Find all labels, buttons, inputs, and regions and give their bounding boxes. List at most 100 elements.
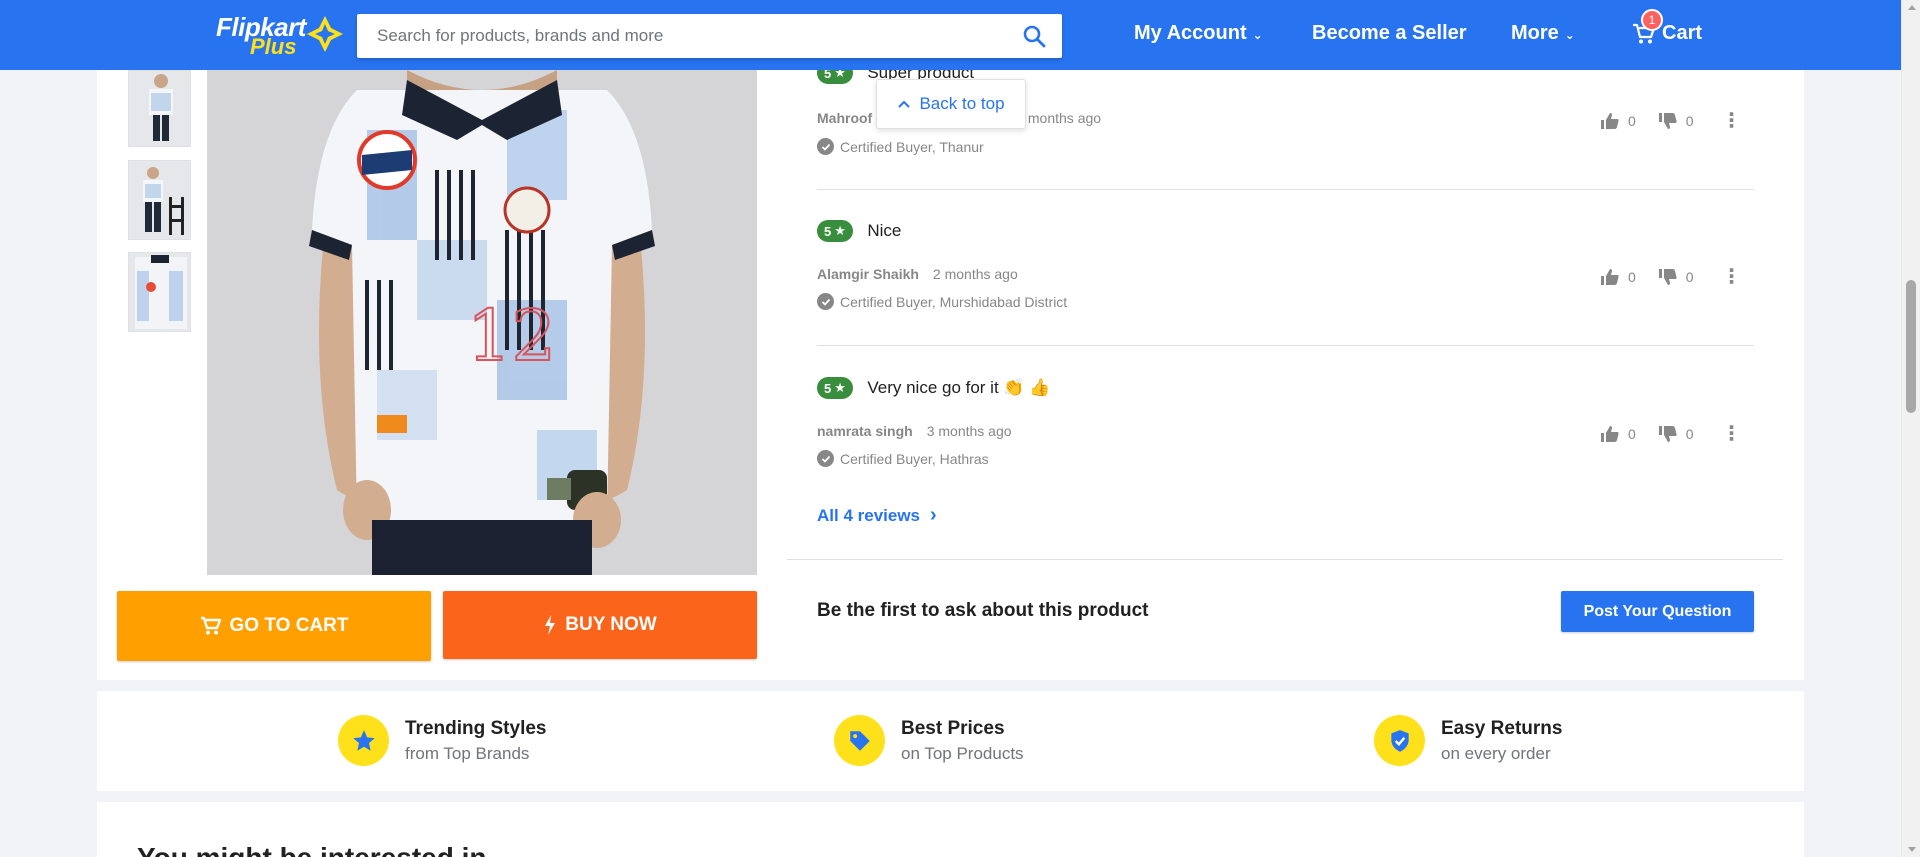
feature-item: Best Prices on Top Products (834, 715, 1024, 766)
more-label: More (1511, 22, 1559, 44)
feature-item: Easy Returns on every order (1374, 715, 1562, 766)
like-count: 0 (1628, 425, 1636, 442)
price-tag-icon (834, 715, 885, 766)
top-header: Flipkart Plus My Account ⌄ Become a Sell… (0, 0, 1901, 70)
review-item: 5 ★ Nice Alamgir Shaikh 2 months ago Cert… (817, 220, 1754, 310)
dislike-button[interactable]: 0 (1658, 112, 1694, 130)
my-account-menu[interactable]: My Account ⌄ (1134, 22, 1263, 45)
post-question-button[interactable]: Post Your Question (1561, 591, 1754, 632)
review-author: namrata singh (817, 423, 913, 439)
search-icon[interactable] (1022, 24, 1046, 48)
dislike-count: 0 (1685, 425, 1694, 442)
scroll-down-arrow-icon[interactable] (1908, 847, 1916, 852)
thumbs-down-icon (1658, 268, 1677, 285)
dislike-button[interactable]: 0 (1658, 425, 1694, 443)
check-circle-icon (817, 293, 834, 310)
cart-label: Cart (1662, 22, 1703, 44)
check-circle-icon (817, 450, 834, 467)
review-date: 3 months ago (926, 423, 1012, 439)
certified-buyer: Certified Buyer, Thanur (817, 138, 984, 155)
certified-label: Certified Buyer, Thanur (840, 138, 984, 155)
more-options-icon[interactable]: ⋮ (1722, 421, 1742, 446)
like-button[interactable]: 0 (1600, 425, 1636, 443)
flipkart-plus-logo[interactable]: Flipkart Plus (216, 12, 346, 59)
chevron-right-icon: › (930, 504, 937, 526)
feature-subtitle: on Top Products (901, 743, 1024, 763)
feature-subtitle: from Top Brands (405, 743, 530, 763)
more-options-icon[interactable]: ⋮ (1722, 264, 1742, 289)
shield-check-icon (1374, 715, 1425, 766)
chevron-down-icon: ⌄ (1252, 28, 1263, 42)
product-main-image[interactable]: 12 (207, 70, 757, 575)
star-icon (338, 715, 389, 766)
certified-label: Certified Buyer, Hathras (840, 450, 989, 467)
review-actions: 0 0 ⋮ (1600, 264, 1742, 289)
review-divider (817, 345, 1754, 346)
buy-now-button[interactable]: BUY NOW (443, 591, 757, 659)
lightning-icon (545, 615, 556, 635)
feature-subtitle: on every order (1441, 743, 1551, 763)
buy-now-label: BUY NOW (565, 614, 657, 635)
review-divider (817, 189, 1754, 190)
cart-count-badge: 1 (1641, 9, 1663, 31)
become-seller-link[interactable]: Become a Seller (1312, 22, 1467, 45)
page-scrollbar[interactable] (1901, 0, 1920, 857)
recommendations-heading: You might be interested in (137, 842, 487, 857)
dislike-count: 0 (1685, 112, 1694, 129)
review-date: 2 months ago (932, 266, 1018, 282)
all-reviews-link[interactable]: All 4 reviews › (817, 504, 937, 527)
my-account-label: My Account (1134, 22, 1247, 44)
certified-label: Certified Buyer, Murshidabad District (840, 293, 1068, 310)
recommendations-section: You might be interested in (97, 802, 1804, 857)
star-icon: ★ (834, 223, 846, 238)
go-to-cart-label: GO TO CART (229, 615, 349, 636)
review-author: Alamgir Shaikh (817, 266, 919, 282)
review-meta: Alamgir Shaikh 2 months ago (817, 266, 1018, 282)
like-button[interactable]: 0 (1600, 268, 1636, 286)
dislike-button[interactable]: 0 (1658, 268, 1694, 286)
become-seller-label: Become a Seller (1312, 22, 1467, 44)
more-options-icon[interactable]: ⋮ (1722, 108, 1742, 133)
go-to-cart-button[interactable]: GO TO CART (117, 591, 431, 661)
all-reviews-label: All 4 reviews (817, 505, 921, 525)
thumbs-up-icon (1601, 268, 1619, 285)
thumbs-down-icon (1658, 425, 1677, 442)
feature-title: Trending Styles (405, 717, 547, 739)
feature-title: Easy Returns (1441, 717, 1563, 739)
scroll-up-arrow-icon[interactable] (1908, 5, 1916, 10)
more-menu[interactable]: More ⌄ (1511, 22, 1575, 45)
review-meta: namrata singh 3 months ago (817, 423, 1012, 439)
review-actions: 0 0 ⋮ (1600, 421, 1742, 446)
review-actions: 0 0 ⋮ (1600, 108, 1742, 133)
like-count: 0 (1628, 112, 1636, 129)
search-bar[interactable] (357, 14, 1062, 58)
thumbs-up-icon (1601, 425, 1619, 442)
check-circle-icon (817, 138, 834, 155)
certified-buyer: Certified Buyer, Murshidabad District (817, 293, 1067, 310)
svg-text:12: 12 (467, 295, 556, 377)
chevron-down-icon: ⌄ (1564, 28, 1575, 42)
review-date: 2 months ago (1016, 110, 1102, 126)
plus-badge-icon (307, 16, 343, 52)
like-button[interactable]: 0 (1600, 112, 1636, 130)
features-strip: Trending Styles from Top Brands Best Pri… (97, 691, 1804, 791)
qa-prompt: Be the first to ask about this product (817, 600, 1149, 621)
chevron-up-icon (898, 100, 911, 108)
product-thumbnail[interactable] (128, 252, 191, 332)
like-count: 0 (1628, 268, 1636, 285)
star-icon: ★ (834, 380, 846, 395)
certified-buyer: Certified Buyer, Hathras (817, 450, 989, 467)
product-thumbnail[interactable] (128, 70, 191, 147)
qa-divider (787, 559, 1783, 560)
dislike-count: 0 (1685, 268, 1694, 285)
search-input[interactable] (357, 14, 997, 58)
scrollbar-thumb[interactable] (1906, 280, 1916, 413)
thumbs-down-icon (1658, 112, 1677, 129)
product-thumbnail[interactable] (128, 160, 191, 240)
logo-plus-text: Plus (250, 34, 297, 59)
cart-icon (200, 616, 221, 635)
thumbs-up-icon (1601, 112, 1619, 129)
rating-chip: 5 ★ (817, 377, 853, 399)
review-title: Very nice go for it 👏 👍 (867, 378, 1051, 397)
back-to-top-button[interactable]: Back to top (876, 79, 1026, 129)
